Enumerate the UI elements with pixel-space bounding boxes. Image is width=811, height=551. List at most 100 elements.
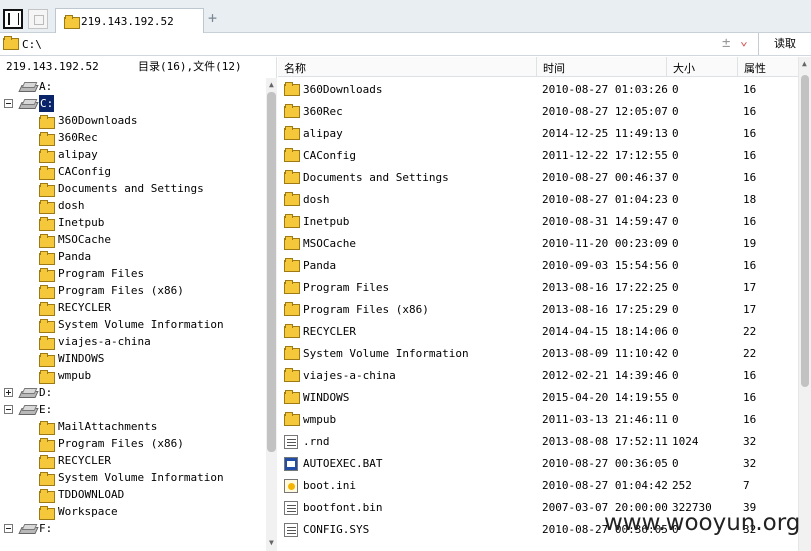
tree-folder-item[interactable]: MailAttachments [0, 418, 260, 435]
collapse-icon[interactable] [4, 524, 13, 533]
tree-folder-item[interactable]: 360Downloads [0, 112, 260, 129]
column-divider [666, 57, 667, 77]
tree-folder-item[interactable]: Inetpub [0, 214, 260, 231]
tree-drive-item[interactable]: F: [0, 520, 260, 537]
file-attribute: 16 [743, 259, 757, 272]
tree-folder-item[interactable]: Workspace [0, 503, 260, 520]
drive-icon [20, 388, 36, 398]
tree-folder-label: CAConfig [58, 165, 111, 178]
tree-folder-item[interactable]: MSOCache [0, 231, 260, 248]
file-name: WINDOWS [303, 391, 350, 404]
watermark: www.wooyun.org [604, 510, 801, 536]
down-arrow-icon[interactable]: ▼ [269, 538, 274, 547]
table-row[interactable]: boot.ini 2010-08-27 01:04:42 252 7 [278, 475, 811, 497]
table-row[interactable]: AUTOEXEC.BAT 2010-08-27 00:36:05 0 32 [278, 453, 811, 475]
address-bar: C:\ ± ⌄ 读取 [0, 33, 811, 56]
folder-icon [39, 353, 55, 367]
table-row[interactable]: System Volume Information 2013-08-09 11:1… [278, 343, 811, 365]
tree-folder-item[interactable]: Documents and Settings [0, 180, 260, 197]
table-row[interactable]: .rnd 2013-08-08 17:52:11 1024 32 [278, 431, 811, 453]
tree-folder-label: wmpub [58, 369, 92, 382]
collapse-icon[interactable] [4, 405, 13, 414]
table-row[interactable]: Inetpub 2010-08-31 14:59:47 0 16 [278, 211, 811, 233]
folder-icon [39, 472, 55, 486]
tree-folder-label: System Volume Information [58, 318, 224, 331]
table-row[interactable]: RECYCLER 2014-04-15 18:14:06 0 22 [278, 321, 811, 343]
tab-219-143-192-52[interactable]: 219.143.192.52 [55, 8, 204, 33]
add-tab-button[interactable]: + [208, 11, 217, 26]
file-size: 0 [672, 83, 679, 96]
table-row[interactable]: wmpub 2011-03-13 21:46:11 0 16 [278, 409, 811, 431]
table-row[interactable]: Program Files 2013-08-16 17:22:25 0 17 [278, 277, 811, 299]
modified-time: 2013-08-08 17:52:11 [542, 435, 668, 448]
tree-drive-item[interactable]: C: [0, 95, 260, 112]
tree-folder-item[interactable]: System Volume Information [0, 469, 260, 486]
left-scrollbar[interactable]: ▲ ▼ [266, 78, 277, 551]
tree-folder-item[interactable]: System Volume Information [0, 316, 260, 333]
modified-time: 2012-02-21 14:39:46 [542, 369, 668, 382]
tree-folder-item[interactable]: WINDOWS [0, 350, 260, 367]
left-scrollbar-thumb[interactable] [267, 92, 276, 452]
file-size: 0 [672, 325, 679, 338]
tree-folder-label: RECYCLER [58, 301, 111, 314]
table-row[interactable]: 360Downloads 2010-08-27 01:03:26 0 16 [278, 79, 811, 101]
tree-folder-item[interactable]: viajes-a-china [0, 333, 260, 350]
tree-folder-item[interactable]: wmpub [0, 367, 260, 384]
tree-drive-item[interactable]: E: [0, 401, 260, 418]
left-panel-header: 219.143.192.52 目录(16),文件(12) [0, 57, 264, 77]
tree-folder-item[interactable]: Program Files (x86) [0, 435, 260, 452]
tree-folder-label: System Volume Information [58, 471, 224, 484]
table-row[interactable]: dosh 2010-08-27 01:04:23 0 18 [278, 189, 811, 211]
table-row[interactable]: viajes-a-china 2012-02-21 14:39:46 0 16 [278, 365, 811, 387]
tree-folder-item[interactable]: 360Rec [0, 129, 260, 146]
modified-time: 2010-11-20 00:23:09 [542, 237, 668, 250]
tree-folder-item[interactable]: RECYCLER [0, 299, 260, 316]
tree-folder-item[interactable]: dosh [0, 197, 260, 214]
drive-icon [20, 99, 36, 109]
table-row[interactable]: Documents and Settings 2010-08-27 00:46:3… [278, 167, 811, 189]
table-row[interactable]: WINDOWS 2015-04-20 14:19:55 0 16 [278, 387, 811, 409]
folder-icon [39, 268, 55, 282]
name-column-header[interactable]: 名称 [284, 60, 306, 76]
tree-drive-item[interactable]: D: [0, 384, 260, 401]
table-row[interactable]: alipay 2014-12-25 11:49:13 0 16 [278, 123, 811, 145]
up-arrow-icon[interactable]: ▲ [802, 59, 807, 68]
tree-folder-item[interactable]: alipay [0, 146, 260, 163]
file-size: 0 [672, 369, 679, 382]
path-input[interactable]: C:\ [22, 38, 42, 51]
up-arrow-icon[interactable]: ▲ [269, 80, 274, 89]
attr-column-header[interactable]: 属性 [744, 60, 766, 76]
file-attribute: 16 [743, 369, 757, 382]
read-button[interactable]: 读取 [758, 33, 811, 55]
table-row[interactable]: 360Rec 2010-08-27 12:05:07 0 16 [278, 101, 811, 123]
time-column-header[interactable]: 时间 [543, 60, 565, 76]
tree-folder-label: Program Files [58, 267, 145, 280]
table-row[interactable]: CAConfig 2011-12-22 17:12:55 0 16 [278, 145, 811, 167]
bookmark-icon[interactable]: ± [722, 35, 730, 51]
tree-folder-item[interactable]: Program Files (x86) [0, 282, 260, 299]
table-row[interactable]: Panda 2010-09-03 15:54:56 0 16 [278, 255, 811, 277]
tree-drive-label: C: [39, 95, 55, 112]
expand-icon[interactable] [4, 388, 13, 397]
tree-folder-item[interactable]: TDDOWNLOAD [0, 486, 260, 503]
tree-drive-item[interactable]: A: [0, 78, 260, 95]
modified-time: 2010-08-27 01:04:23 [542, 193, 668, 206]
file-name: Program Files [303, 281, 390, 294]
chevron-down-icon[interactable]: ⌄ [740, 34, 748, 49]
table-row[interactable]: Program Files (x86) 2013-08-16 17:25:29 0 1… [278, 299, 811, 321]
right-scrollbar[interactable]: ▲ [798, 57, 811, 551]
folder-icon [284, 324, 300, 338]
panel-layout-icon[interactable] [3, 9, 23, 29]
tree-folder-item[interactable]: Panda [0, 248, 260, 265]
new-window-icon[interactable] [28, 9, 48, 29]
right-scrollbar-thumb[interactable] [801, 75, 809, 387]
table-row[interactable]: MSOCache 2010-11-20 00:23:09 0 19 [278, 233, 811, 255]
folder-icon [39, 132, 55, 146]
size-column-header[interactable]: 大小 [673, 60, 695, 76]
tree-folder-item[interactable]: Program Files [0, 265, 260, 282]
file-icon [284, 435, 298, 449]
collapse-icon[interactable] [4, 99, 13, 108]
tree-folder-item[interactable]: CAConfig [0, 163, 260, 180]
file-name: alipay [303, 127, 343, 140]
tree-folder-item[interactable]: RECYCLER [0, 452, 260, 469]
